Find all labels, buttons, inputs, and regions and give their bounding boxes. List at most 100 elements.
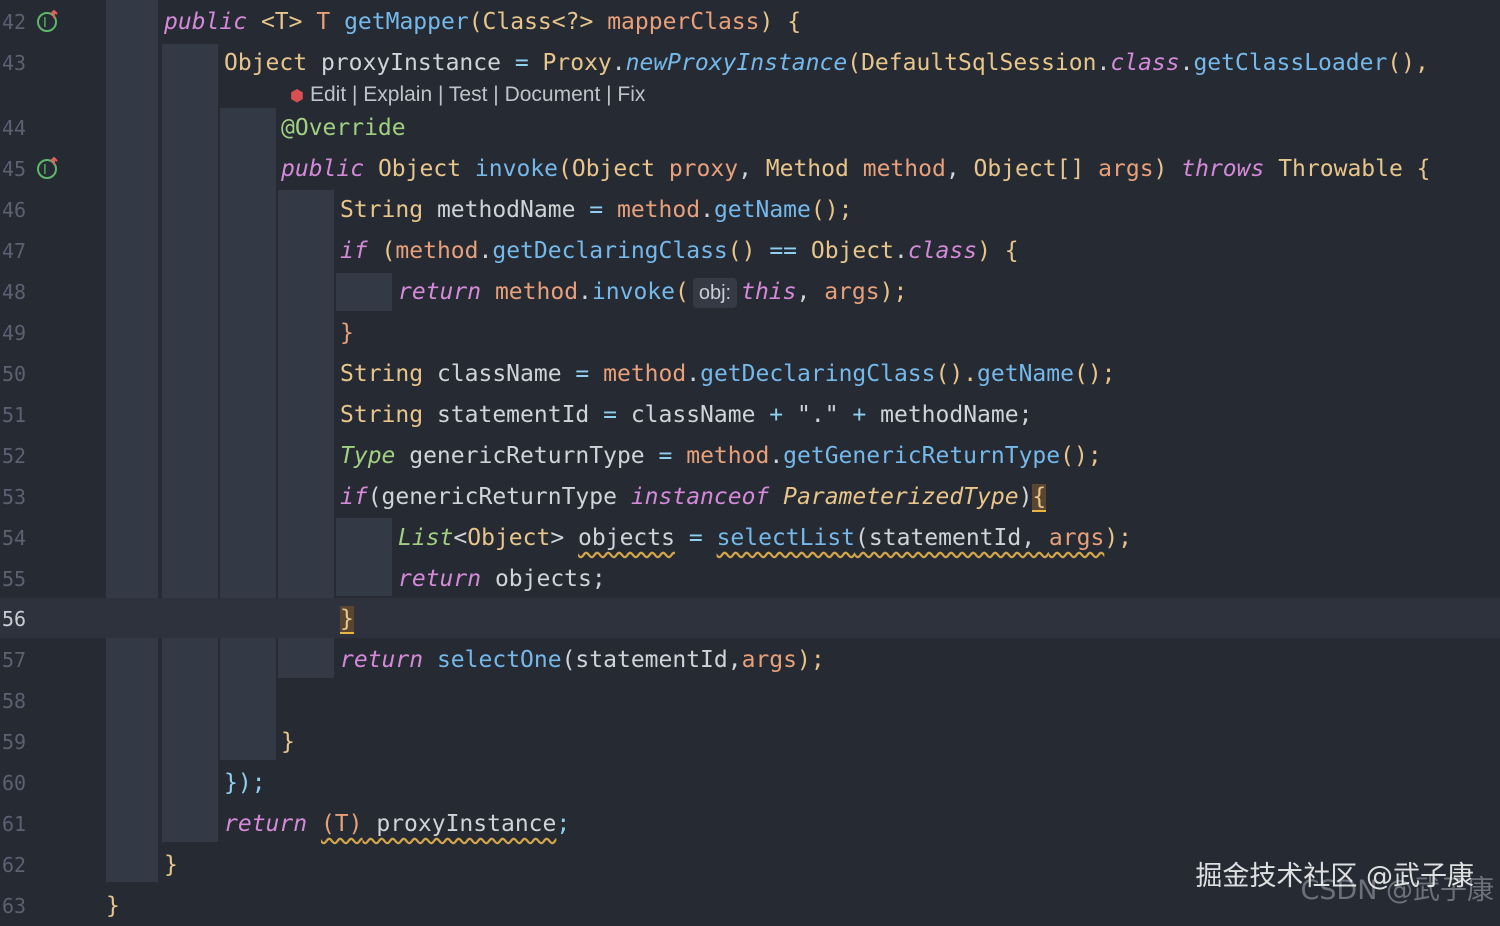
token: . [1179,50,1194,76]
code-line[interactable]: String statementId = className + "." + m… [0,395,1500,435]
token: (); [810,197,853,223]
code-lens-separator: | [600,83,618,106]
token-keyword: public [281,156,365,182]
token: . [478,238,493,264]
token: statementId [423,402,604,428]
code-lens-test[interactable]: Test [449,83,488,106]
token-type: Class<?> [482,9,594,35]
code-line[interactable]: return (T) proxyInstance; [0,804,1500,844]
token-parameter: method [616,197,701,223]
token-keyword: if [340,484,368,510]
code-line[interactable]: List<Object> objects = selectList(statem… [0,518,1500,558]
token-type: Proxy [542,50,612,76]
token-operator: + [852,402,867,428]
token-type: Type [340,443,396,469]
token-type: Object[] [973,156,1085,182]
token-function: selectOne [436,647,562,673]
token-function: getName [977,361,1074,387]
code-line[interactable]: Type genericReturnType = method.getGener… [0,436,1500,476]
token: <T> [247,9,317,35]
token-operator: + [769,402,784,428]
token: (); [1073,361,1116,387]
token: }); [224,770,266,796]
code-line[interactable]: public Object invoke(Object proxy, Metho… [0,149,1500,189]
token: ); [1104,525,1133,551]
token: ; [556,811,571,837]
inlay-parameter-hint: obj: [692,278,738,308]
token: methodName [423,197,590,223]
token: genericReturnType [395,443,659,469]
code-line-current[interactable]: } [0,599,1500,639]
code-line[interactable]: return selectOne(statementId,args); [0,640,1500,680]
token-parameter: args [741,647,797,673]
token: ( [367,238,396,264]
code-lens-edit[interactable]: Edit [310,83,346,106]
token: } [281,729,295,755]
code-lens-actions: ⬢ Edit | Explain | Test | Document | Fix [290,80,645,110]
code-line[interactable]: @Override [0,108,1500,148]
code-line[interactable]: return method.invoke(obj: this, args); [0,272,1500,312]
token: } [106,893,120,919]
code-lens-document[interactable]: Document [505,83,601,106]
code-line[interactable]: String className = method.getDeclaringCl… [0,354,1500,394]
token-function: getClassLoader [1193,50,1388,76]
watermark-juejin: 掘金技术社区 @武子康 [1195,861,1474,892]
code-lens-explain[interactable]: Explain [363,83,432,106]
matched-brace: } [340,606,354,634]
token: ( [675,279,689,305]
token: . [1096,50,1111,76]
token-keyword: public [164,9,248,35]
code-line[interactable]: public <T> T getMapper(Class<?> mapperCl… [0,2,1500,42]
token: . [893,238,908,264]
token-parameter: method [686,443,770,469]
code-lens-separator: | [346,83,364,106]
code-line[interactable]: String methodName = method.getName(); [0,190,1500,230]
token-type: Object [224,50,308,76]
code-line[interactable]: if(genericReturnType instanceof Paramete… [0,477,1500,517]
token: , [738,156,766,182]
matched-brace: { [1032,484,1047,512]
token: ) { [977,238,1019,264]
code-line[interactable]: } [0,722,1500,762]
token-keyword: this [741,279,797,305]
code-line[interactable]: return objects; [0,559,1500,599]
token-string: "." [797,402,839,428]
token-parameter: proxy [668,156,739,182]
token-operator: = [603,402,617,428]
token: proxyInstance [307,50,515,76]
code-line[interactable]: Object proxyInstance = Proxy.newProxyIns… [0,43,1500,83]
token: (genericReturnType [367,484,631,510]
token-parameter: method [862,156,946,182]
code-line[interactable]: if (method.getDeclaringClass() == Object… [0,231,1500,271]
token: (); [1060,443,1102,469]
token-function: getName [713,197,811,223]
token-function: newProxyInstance [625,50,848,76]
token-parameter: mapperClass [607,9,760,35]
token-keyword: if [340,238,368,264]
token-operator: = [688,525,703,551]
token-keyword: instanceof [630,484,770,510]
token: { [1402,156,1431,182]
token-operator: = [658,443,673,469]
token-type: String [340,197,424,223]
code-editor[interactable]: 42 I 43 44 45 I 46 47 48 49 50 51 52 53 … [0,0,1500,919]
token: methodName; [866,402,1033,428]
token: < [453,525,468,551]
code-lens-fix[interactable]: Fix [617,83,645,106]
token: } [164,852,178,878]
code-line[interactable]: } [0,313,1500,353]
code-lens-separator: | [432,83,449,106]
code-line[interactable]: }); [0,763,1500,803]
token: () [727,238,770,264]
